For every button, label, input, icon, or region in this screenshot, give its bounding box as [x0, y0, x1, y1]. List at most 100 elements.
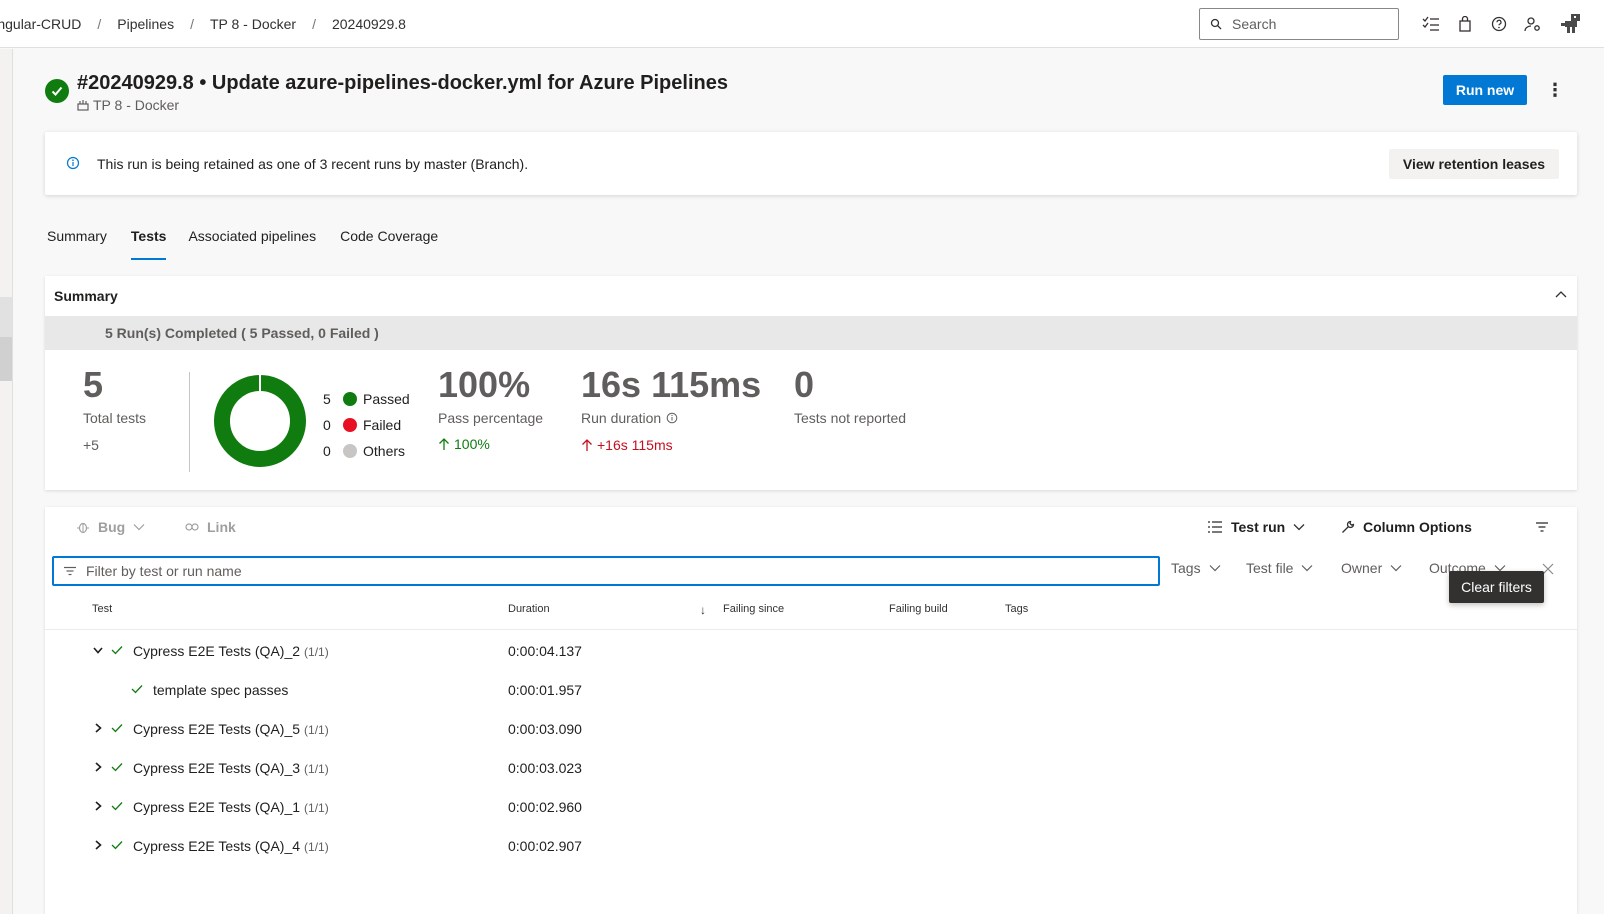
- outcome-legend: 5 Passed 0 Failed 0 Others: [323, 386, 410, 464]
- search-input[interactable]: [1232, 16, 1382, 32]
- test-duration: 0:00:02.907: [508, 838, 582, 854]
- table-row[interactable]: Cypress E2E Tests (QA)_1 (1/1) 0:00:02.96…: [45, 787, 1577, 826]
- left-rail: [0, 49, 13, 914]
- not-reported-label: Tests not reported: [794, 410, 907, 426]
- table-row[interactable]: Cypress E2E Tests (QA)_3 (1/1) 0:00:03.02…: [45, 748, 1577, 787]
- column-header-test[interactable]: Test: [92, 603, 112, 615]
- table-row[interactable]: Cypress E2E Tests (QA)_5 (1/1) 0:00:03.09…: [45, 709, 1577, 748]
- run-duration-delta: +16s 115ms: [581, 437, 673, 453]
- legend-failed: 0 Failed: [323, 417, 402, 433]
- passed-dot: [343, 392, 357, 406]
- failed-dot: [343, 418, 357, 432]
- filter-icon: [64, 566, 76, 576]
- breadcrumb-run[interactable]: 20240929.8: [332, 16, 406, 32]
- breadcrumb-project[interactable]: Angular-CRUD: [0, 16, 81, 32]
- run-new-button[interactable]: Run new: [1443, 75, 1527, 105]
- page-title: #20240929.8 • Update azure-pipelines-doc…: [77, 72, 728, 94]
- info-icon: [66, 156, 80, 170]
- filter-input[interactable]: [86, 563, 1086, 579]
- runs-completed-bar: 5 Run(s) Completed ( 5 Passed, 0 Failed …: [45, 316, 1577, 350]
- breadcrumb-separator: /: [190, 16, 194, 32]
- breadcrumb-separator: /: [97, 16, 102, 32]
- test-duration: 0:00:03.090: [508, 721, 582, 737]
- info-icon[interactable]: [666, 412, 678, 424]
- chevron-down-icon: [1209, 565, 1221, 572]
- total-tests-label: Total tests: [83, 410, 147, 426]
- run-duration-value: 16s 115ms: [581, 364, 762, 405]
- link-icon: [185, 523, 199, 531]
- pipeline-name[interactable]: TP 8 - Docker: [93, 97, 179, 113]
- passed-check-icon: [110, 760, 124, 774]
- chevron-right-icon[interactable]: [92, 722, 104, 734]
- test-name: Cypress E2E Tests (QA)_2 (1/1): [133, 643, 329, 659]
- chevron-down-icon: [1302, 565, 1313, 572]
- breadcrumb-separator: /: [312, 16, 316, 32]
- not-reported-value: 0: [794, 364, 815, 405]
- summary-card: Summary 5 Run(s) Completed ( 5 Passed, 0…: [45, 276, 1577, 490]
- header-divider: [45, 629, 1577, 630]
- owner-filter-dropdown[interactable]: Owner: [1341, 560, 1402, 576]
- filter-icon[interactable]: [1535, 517, 1549, 537]
- filter-box[interactable]: [52, 556, 1160, 586]
- avatar[interactable]: [1557, 12, 1585, 36]
- wrench-icon: [1342, 520, 1355, 533]
- run-duration-label-wrap: Run duration: [581, 410, 678, 426]
- test-duration: 0:00:02.960: [508, 799, 582, 815]
- more-options-icon[interactable]: ⋮: [1545, 80, 1565, 100]
- top-bar: Angular-CRUD / Pipelines / TP 8 - Docker…: [0, 0, 1604, 48]
- tab-summary[interactable]: Summary: [47, 224, 107, 260]
- pass-percentage-label: Pass percentage: [438, 410, 544, 426]
- link-button[interactable]: Link: [185, 517, 236, 537]
- breadcrumb-pipeline[interactable]: TP 8 - Docker: [210, 16, 296, 32]
- legend-others: 0 Others: [323, 443, 406, 459]
- tab-associated-pipelines[interactable]: Associated pipelines: [188, 224, 316, 260]
- divider: [189, 372, 190, 472]
- tab-bar: Summary Tests Associated pipelines Code …: [47, 224, 462, 260]
- chevron-up-icon[interactable]: [1551, 284, 1571, 304]
- clear-filters-tooltip: Clear filters: [1449, 571, 1544, 603]
- column-header-tags[interactable]: Tags: [1005, 603, 1028, 615]
- left-rail-scroll-thumb[interactable]: [0, 337, 12, 381]
- user-settings-icon[interactable]: [1523, 14, 1543, 34]
- passed-check-icon: [110, 838, 124, 852]
- work-items-icon[interactable]: [1421, 14, 1441, 34]
- column-options-button[interactable]: Column Options: [1341, 517, 1472, 537]
- column-header-failing-build[interactable]: Failing build: [889, 603, 948, 615]
- column-header-duration[interactable]: Duration: [508, 603, 550, 615]
- chevron-down-icon: [1390, 565, 1402, 572]
- chevron-down-icon[interactable]: [92, 644, 104, 656]
- breadcrumb-pipelines[interactable]: Pipelines: [117, 16, 174, 32]
- tab-code-coverage[interactable]: Code Coverage: [340, 224, 438, 260]
- test-file-filter-dropdown[interactable]: Test file: [1246, 560, 1313, 576]
- chevron-right-icon[interactable]: [92, 839, 104, 851]
- passed-check-icon: [110, 643, 124, 657]
- test-results-card: Bug Link Test run Column Options Tags Te…: [45, 507, 1577, 914]
- chevron-right-icon[interactable]: [92, 800, 104, 812]
- run-duration-label: Run duration: [581, 410, 662, 426]
- tab-tests[interactable]: Tests: [130, 224, 166, 260]
- column-header-failing-since[interactable]: Failing since: [723, 603, 784, 615]
- bug-button[interactable]: Bug: [76, 517, 145, 537]
- test-duration: 0:00:04.137: [508, 643, 582, 659]
- pass-percentage-value: 100%: [438, 364, 531, 405]
- view-retention-leases-button[interactable]: View retention leases: [1389, 149, 1559, 179]
- search-box[interactable]: [1199, 8, 1399, 40]
- sort-descending-icon[interactable]: ↓: [700, 603, 706, 617]
- tags-filter-dropdown[interactable]: Tags: [1171, 560, 1221, 576]
- table-row[interactable]: Cypress E2E Tests (QA)_4 (1/1) 0:00:02.90…: [45, 826, 1577, 865]
- help-icon[interactable]: [1489, 14, 1509, 34]
- bug-icon: [77, 522, 89, 534]
- pipeline-link[interactable]: TP 8 - Docker: [77, 97, 179, 113]
- table-row[interactable]: template spec passes 0:00:01.957: [45, 670, 1577, 709]
- marketplace-icon[interactable]: [1455, 14, 1475, 34]
- retention-banner: This run is being retained as one of 3 r…: [45, 132, 1577, 195]
- chevron-down-icon: [1293, 524, 1305, 531]
- summary-heading: Summary: [54, 288, 118, 304]
- table-row[interactable]: Cypress E2E Tests (QA)_2 (1/1) 0:00:04.13…: [45, 631, 1577, 670]
- chevron-right-icon[interactable]: [92, 761, 104, 773]
- left-rail-marker: [0, 297, 12, 337]
- chevron-down-icon: [133, 524, 145, 531]
- list-icon: [1208, 521, 1222, 533]
- runs-completed-text: 5 Run(s) Completed ( 5 Passed, 0 Failed …: [105, 325, 379, 341]
- group-by-test-run-button[interactable]: Test run: [1207, 517, 1305, 537]
